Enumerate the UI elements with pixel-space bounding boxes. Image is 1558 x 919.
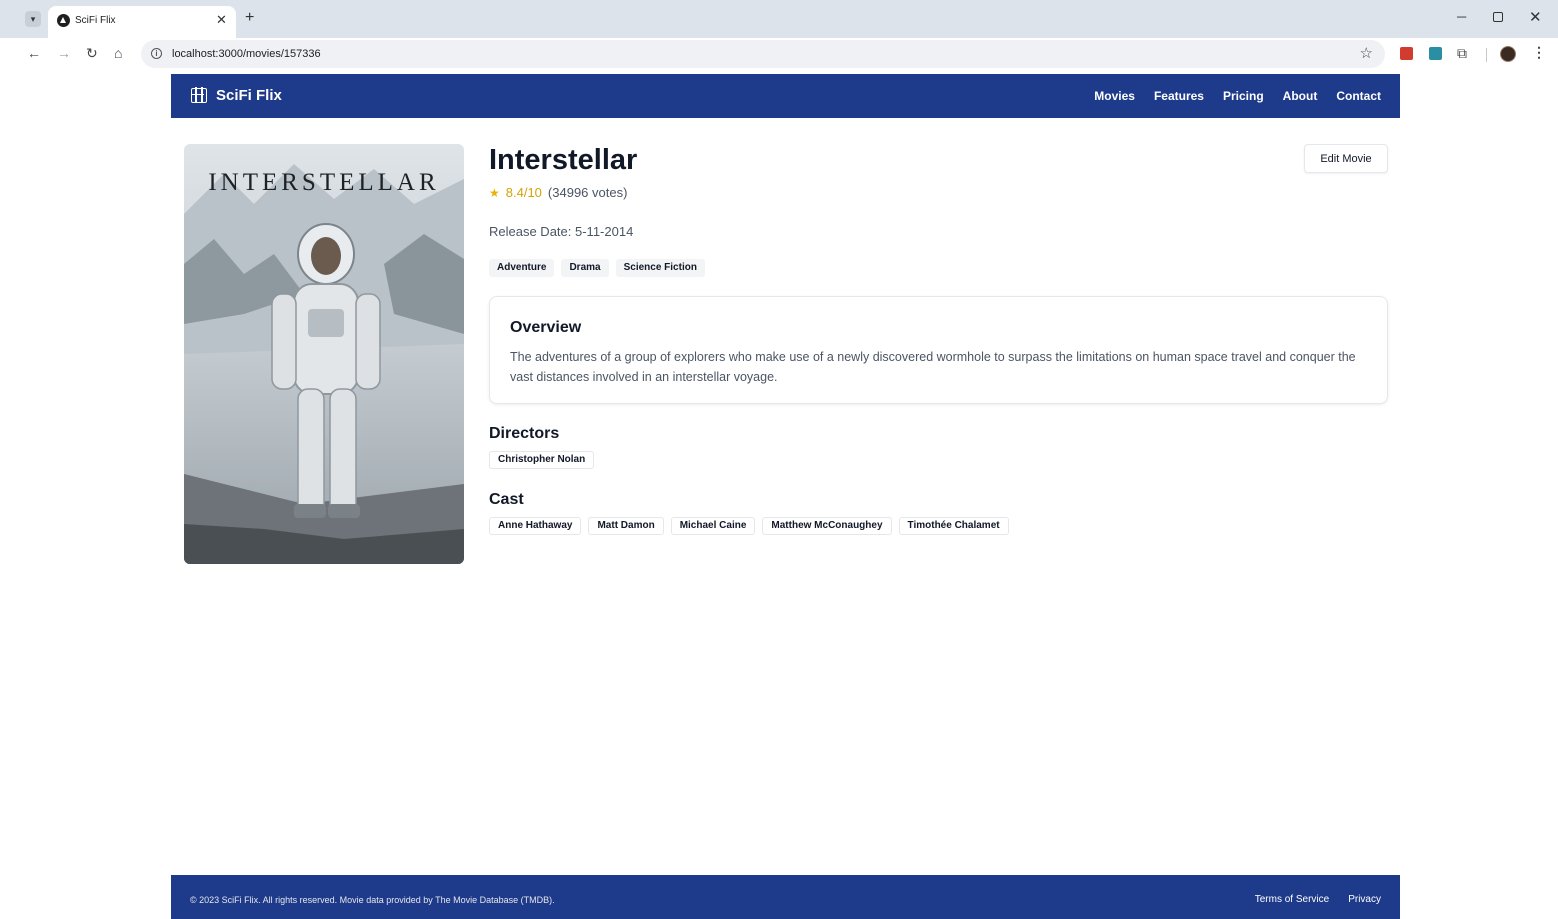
- director-chip: Christopher Nolan: [489, 451, 595, 469]
- privacy-link[interactable]: Privacy: [1348, 894, 1381, 905]
- extension-icon[interactable]: [1400, 47, 1413, 60]
- back-icon[interactable]: ←: [27, 45, 41, 61]
- extensions-puzzle-icon[interactable]: ⧉: [1457, 45, 1467, 62]
- nav-movies[interactable]: Movies: [1094, 89, 1135, 103]
- movie-poster: INTERSTELLAR: [184, 144, 464, 564]
- edit-movie-button[interactable]: Edit Movie: [1304, 144, 1388, 173]
- cast-chip: Michael Caine: [670, 517, 756, 535]
- close-tab-icon[interactable]: ✕: [216, 12, 227, 28]
- address-bar[interactable]: i localhost:3000/movies/157336 ☆: [141, 40, 1385, 68]
- footer-links: Terms of Service Privacy: [1255, 894, 1381, 905]
- forward-icon[interactable]: →: [57, 45, 71, 61]
- profile-avatar[interactable]: [1500, 46, 1516, 62]
- nav-features[interactable]: Features: [1154, 89, 1204, 103]
- cast-chip: Matt Damon: [588, 517, 664, 535]
- brand-name: SciFi Flix: [216, 87, 282, 104]
- restore-icon[interactable]: [1493, 12, 1503, 22]
- overview-heading: Overview: [510, 319, 582, 336]
- cast-chip: Timothée Chalamet: [898, 517, 1009, 535]
- genre-chip: Science Fiction: [615, 259, 705, 277]
- extension-icon[interactable]: [1429, 47, 1442, 60]
- cast-chip: Anne Hathaway: [489, 517, 582, 535]
- poster-title: INTERSTELLAR: [208, 169, 439, 196]
- genre-chip: Drama: [561, 259, 609, 277]
- browser-tab[interactable]: SciFi Flix ✕: [48, 6, 236, 38]
- vote-count: (34996 votes): [547, 185, 628, 200]
- nav-contact[interactable]: Contact: [1336, 89, 1381, 103]
- main-nav: Movies Features Pricing About Contact: [1094, 89, 1381, 103]
- minimize-icon[interactable]: ─: [1457, 9, 1466, 24]
- overview-text: The adventures of a group of explorers w…: [510, 350, 1356, 384]
- browser-menu-icon[interactable]: ⋮: [1532, 44, 1546, 61]
- bookmark-star-icon[interactable]: ☆: [1360, 44, 1373, 62]
- browser-tab-bar: ▾ SciFi Flix ✕ + ─ ✕: [0, 0, 1558, 38]
- toolbar-divider: [1486, 48, 1487, 62]
- overview-card: Overview The adventures of a group of ex…: [489, 296, 1388, 404]
- star-icon: ★: [489, 185, 500, 200]
- tab-title: SciFi Flix: [75, 15, 116, 26]
- terms-link[interactable]: Terms of Service: [1255, 894, 1329, 905]
- favicon-icon: [57, 14, 70, 27]
- site-info-icon[interactable]: i: [151, 48, 162, 59]
- rating: ★ 8.4/10 (34996 votes): [489, 185, 627, 200]
- director-list: Christopher Nolan: [489, 451, 595, 469]
- brand-link[interactable]: SciFi Flix: [191, 87, 282, 104]
- directors-heading: Directors: [489, 425, 560, 442]
- window-close-icon[interactable]: ✕: [1529, 8, 1542, 26]
- movie-title: Interstellar: [489, 144, 638, 176]
- nav-about[interactable]: About: [1283, 89, 1318, 103]
- copyright-text: © 2023 SciFi Flix. All rights reserved. …: [190, 895, 555, 905]
- release-date: Release Date: 5-11-2014: [489, 224, 634, 239]
- url-text[interactable]: localhost:3000/movies/157336: [172, 48, 321, 60]
- new-tab-icon[interactable]: +: [245, 9, 254, 27]
- cast-chip: Matthew McConaughey: [762, 517, 892, 535]
- cast-heading: Cast: [489, 491, 524, 508]
- browser-toolbar: ← → ↻ ⌂ i localhost:3000/movies/157336 ☆…: [0, 38, 1558, 71]
- site-header: SciFi Flix Movies Features Pricing About…: [171, 74, 1400, 118]
- home-icon[interactable]: ⌂: [114, 45, 122, 61]
- genre-list: Adventure Drama Science Fiction: [489, 259, 705, 277]
- cast-list: Anne Hathaway Matt Damon Michael Caine M…: [489, 517, 1009, 535]
- nav-pricing[interactable]: Pricing: [1223, 89, 1264, 103]
- tab-search-icon[interactable]: ▾: [25, 11, 41, 27]
- genre-chip: Adventure: [489, 259, 555, 277]
- rating-value: 8.4/10: [505, 185, 542, 200]
- reload-icon[interactable]: ↻: [86, 45, 98, 62]
- film-icon: [191, 87, 207, 103]
- site-footer: © 2023 SciFi Flix. All rights reserved. …: [171, 875, 1400, 919]
